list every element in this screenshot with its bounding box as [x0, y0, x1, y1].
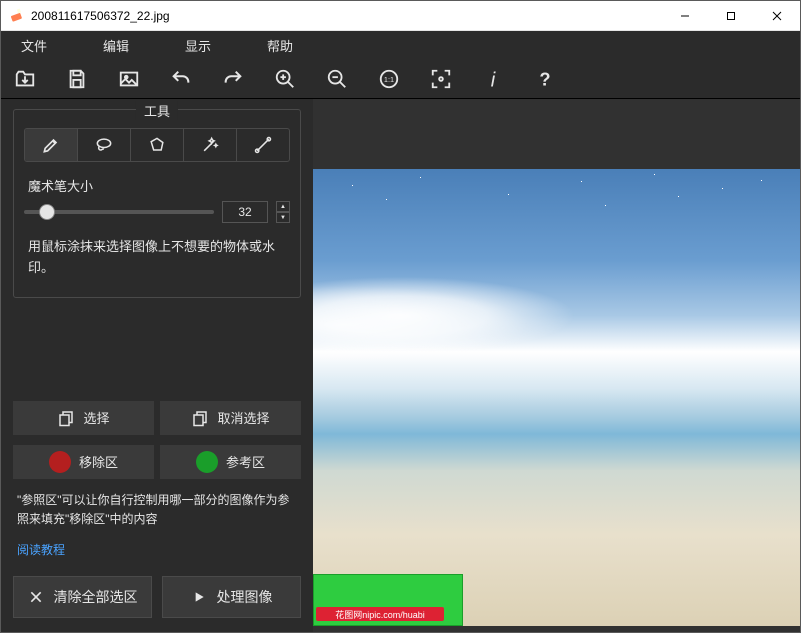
- canvas-area[interactable]: 花图网nipic.com/huabi: [313, 99, 800, 632]
- svg-text:1:1: 1:1: [384, 74, 394, 83]
- zone-buttons: 移除区 参考区: [13, 445, 301, 479]
- bottom-actions: 清除全部选区 处理图像: [13, 576, 301, 618]
- brush-size-down[interactable]: ▼: [276, 212, 290, 223]
- redo-button[interactable]: [219, 65, 247, 93]
- reference-selection-overlay[interactable]: 花图网nipic.com/huabi: [313, 574, 463, 626]
- zoom-actual-button[interactable]: 1:1: [375, 65, 403, 93]
- zoom-out-button[interactable]: [323, 65, 351, 93]
- tools-panel: 工具 魔术笔大小 32: [13, 109, 301, 298]
- menu-file[interactable]: 文件: [11, 32, 63, 59]
- play-icon: [191, 589, 207, 605]
- tool-tab-magic-wand[interactable]: [184, 129, 237, 161]
- open-button[interactable]: [11, 65, 39, 93]
- image-button[interactable]: [115, 65, 143, 93]
- slider-thumb[interactable]: [39, 204, 55, 220]
- minimize-button[interactable]: [662, 1, 708, 30]
- deselect-button-label: 取消选择: [217, 408, 269, 427]
- main-area: 工具 魔术笔大小 32: [1, 99, 800, 632]
- reference-color-icon: [196, 451, 218, 473]
- select-button-label: 选择: [83, 408, 109, 427]
- clear-all-button[interactable]: 清除全部选区: [13, 576, 152, 618]
- tools-panel-title: 工具: [136, 101, 178, 120]
- tool-hint: 用鼠标涂抹来选择图像上不想要的物体或水印。: [28, 237, 286, 279]
- clouds: [313, 270, 605, 361]
- menu-help[interactable]: 帮助: [257, 32, 309, 59]
- sidebar-spacer: [13, 308, 301, 391]
- watermark-label: 花图网nipic.com/huabi: [316, 607, 444, 621]
- tool-tab-line[interactable]: [237, 129, 289, 161]
- remove-color-icon: [49, 451, 71, 473]
- help-button[interactable]: ?: [531, 65, 559, 93]
- save-button[interactable]: [63, 65, 91, 93]
- tool-tab-lasso[interactable]: [78, 129, 131, 161]
- remove-zone-label: 移除区: [79, 452, 118, 471]
- svg-text:i: i: [491, 69, 496, 90]
- brush-size-value[interactable]: 32: [222, 201, 268, 223]
- sidebar: 工具 魔术笔大小 32: [1, 99, 313, 632]
- selection-buttons: 选择 取消选择: [13, 401, 301, 435]
- reference-note: "参照区"可以让你自行控制用哪一部分的图像作为参照来填充"移除区"中的内容: [17, 491, 297, 529]
- deselect-button[interactable]: 取消选择: [160, 401, 301, 435]
- svg-text:?: ?: [539, 68, 550, 89]
- copy-icon: [191, 409, 209, 427]
- app-icon: [9, 8, 25, 24]
- menu-edit[interactable]: 编辑: [93, 32, 145, 59]
- titlebar[interactable]: 200811617506372_22.jpg: [1, 1, 800, 31]
- zoom-fit-button[interactable]: [427, 65, 455, 93]
- app-body: 文件 编辑 显示 帮助 1:1 i ? 工具: [1, 31, 800, 632]
- undo-button[interactable]: [167, 65, 195, 93]
- tutorial-link[interactable]: 阅读教程: [17, 541, 297, 558]
- reference-zone-label: 参考区: [226, 452, 265, 471]
- brush-size-slider[interactable]: [24, 203, 214, 221]
- reference-zone-button[interactable]: 参考区: [160, 445, 301, 479]
- select-button[interactable]: 选择: [13, 401, 154, 435]
- info-button[interactable]: i: [479, 65, 507, 93]
- toolbar: 1:1 i ?: [1, 59, 800, 99]
- process-button[interactable]: 处理图像: [162, 576, 301, 618]
- tool-tab-polygon[interactable]: [131, 129, 184, 161]
- brush-size-up[interactable]: ▲: [276, 201, 290, 212]
- app-window: 200811617506372_22.jpg 文件 编辑 显示 帮助 1:1 i…: [0, 0, 801, 633]
- menu-view[interactable]: 显示: [175, 32, 227, 59]
- clear-all-label: 清除全部选区: [54, 587, 138, 607]
- window-title: 200811617506372_22.jpg: [31, 9, 662, 23]
- brush-size-label: 魔术笔大小: [28, 176, 290, 195]
- tool-tabs: [24, 128, 290, 162]
- process-label: 处理图像: [217, 587, 273, 607]
- maximize-button[interactable]: [708, 1, 754, 30]
- window-controls: [662, 1, 800, 30]
- brush-size-row: 32 ▲ ▼: [24, 201, 290, 223]
- close-button[interactable]: [754, 1, 800, 30]
- remove-zone-button[interactable]: 移除区: [13, 445, 154, 479]
- copy-icon: [57, 409, 75, 427]
- x-icon: [28, 589, 44, 605]
- zoom-in-button[interactable]: [271, 65, 299, 93]
- tool-tab-marker[interactable]: [25, 129, 78, 161]
- image-preview[interactable]: 花图网nipic.com/huabi: [313, 169, 800, 626]
- menubar: 文件 编辑 显示 帮助: [1, 31, 800, 59]
- brush-size-spinner: ▲ ▼: [276, 201, 290, 223]
